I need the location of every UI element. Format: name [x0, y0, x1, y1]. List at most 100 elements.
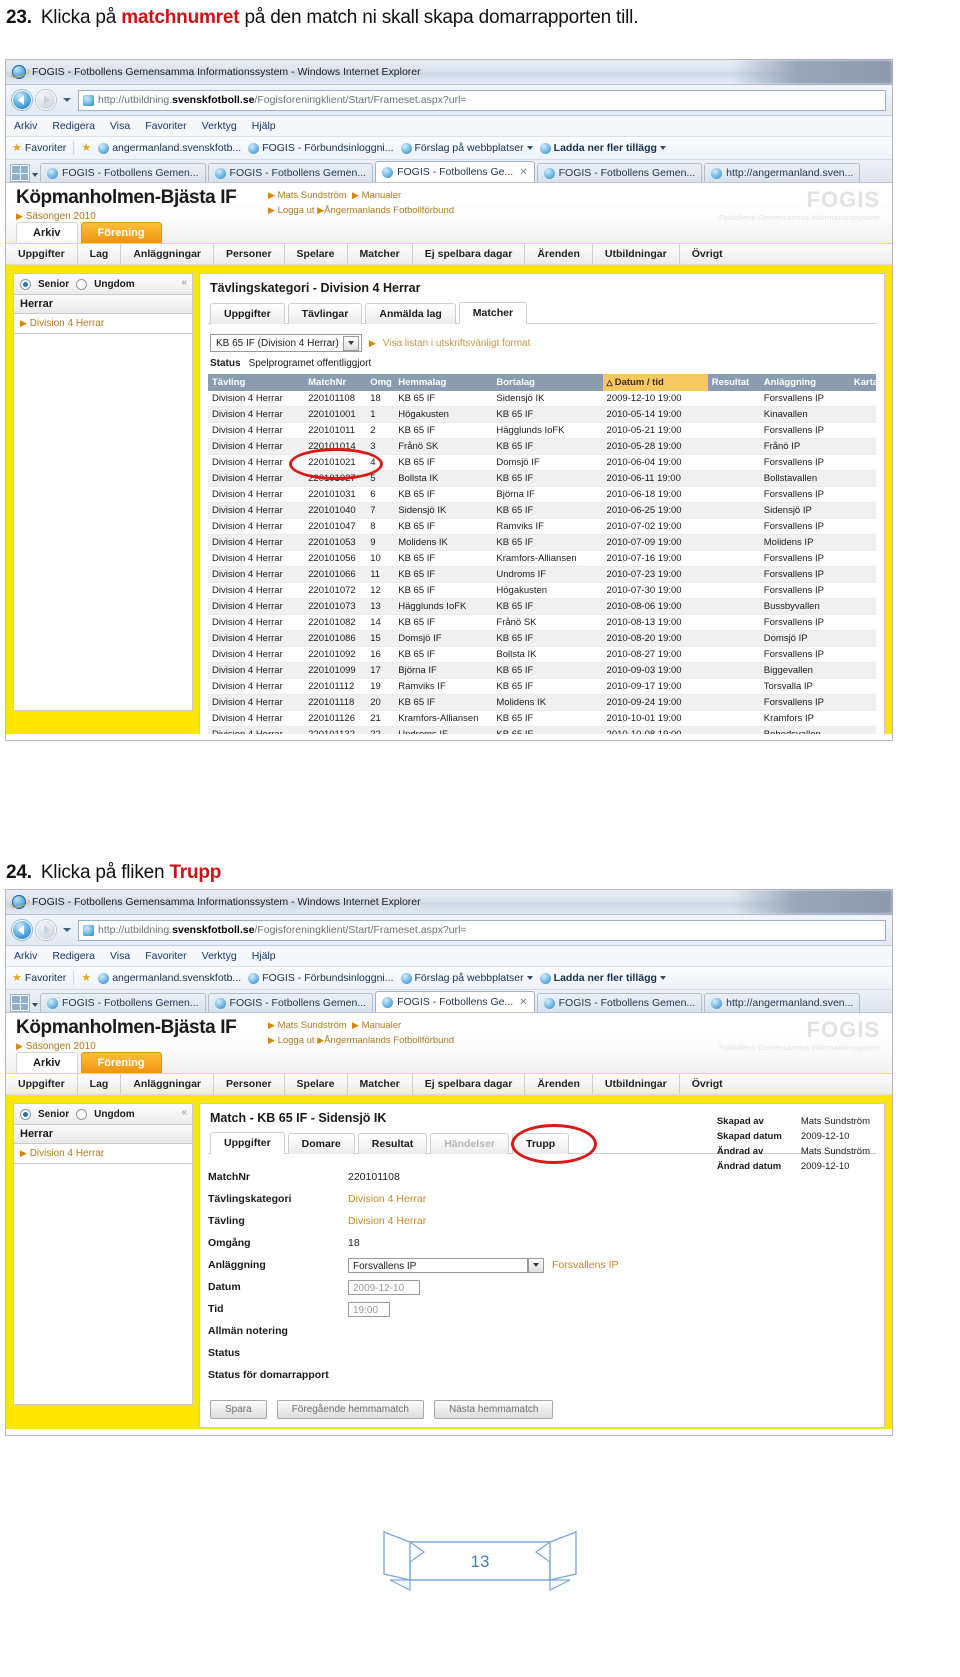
nav-arenden[interactable]: Ärenden [525, 1074, 593, 1094]
subtab-matcher[interactable]: Matcher [458, 302, 528, 324]
browser-tab-3[interactable]: FOGIS - Fotbollens Gemen... [536, 993, 703, 1012]
table-row[interactable]: Division 4 Herrar 220101047 8 KB 65 IF Ramvi… [208, 518, 876, 535]
match-number-link[interactable]: 220101132 [304, 726, 367, 734]
table-row[interactable]: Division 4 Herrar 220101056 10 KB 65 IF Kram… [208, 550, 876, 567]
browser-tab-0[interactable]: FOGIS - Fotbollens Gemen... [40, 993, 206, 1012]
match-number-link[interactable]: 220101126 [304, 710, 367, 727]
field-value[interactable]: Division 4 Herrar [348, 1215, 426, 1227]
nav-ej-spelbara-dagar[interactable]: Ej spelbara dagar [413, 244, 526, 264]
table-row[interactable]: Division 4 Herrar 220101092 16 KB 65 IF Boll… [208, 646, 876, 663]
next-home-match-button[interactable]: Nästa hemmamatch [433, 1400, 554, 1419]
match-number-link[interactable]: 220101108 [304, 391, 367, 407]
save-button[interactable]: Spara [210, 1400, 267, 1419]
match-number-link[interactable]: 220101047 [304, 518, 367, 535]
menu-item-visa[interactable]: Visa [110, 950, 130, 962]
subtab-uppgifter[interactable]: Uppgifter [210, 1132, 285, 1154]
table-row[interactable]: Division 4 Herrar 220101108 18 KB 65 IF Side… [208, 391, 876, 407]
favorite-item-0[interactable]: angermanland.svenskfotb... [98, 142, 241, 154]
tab-list-chevron-down-icon[interactable] [32, 173, 38, 177]
match-number-link[interactable]: 220101099 [304, 662, 367, 679]
nav-personer[interactable]: Personer [214, 244, 285, 264]
add-favorite-icon[interactable]: ★ [81, 972, 91, 984]
column-header-karta[interactable]: Karta [849, 374, 878, 391]
table-row[interactable]: Division 4 Herrar 220101053 9 Molidens IK KB… [208, 534, 876, 551]
nav-anlaggningar[interactable]: Anläggningar [121, 244, 215, 264]
nav-personer[interactable]: Personer [214, 1074, 285, 1094]
tab-list-chevron-down-icon[interactable] [32, 1003, 38, 1007]
add-favorite-icon[interactable]: ★ [81, 142, 91, 154]
menu-item-hjalp[interactable]: Hjälp [252, 120, 276, 132]
subtab-anmalda-lag[interactable]: Anmälda lag [365, 303, 456, 324]
column-header-datum-tid[interactable]: △ Datum / tid [602, 374, 708, 391]
table-row[interactable]: Division 4 Herrar 220101099 17 Björna IF KB … [208, 662, 876, 679]
browser-tab-3[interactable]: FOGIS - Fotbollens Gemen... [536, 163, 703, 182]
table-row[interactable]: Division 4 Herrar 220101011 2 KB 65 IF Häggl… [208, 422, 876, 439]
nav-matcher[interactable]: Matcher [348, 1074, 413, 1094]
match-number-link[interactable]: 220101027 [304, 470, 367, 487]
browser-tab-2-active[interactable]: FOGIS - Fotbollens Ge... ✕ [375, 991, 535, 1012]
match-number-link[interactable]: 220101056 [304, 550, 367, 567]
column-header-t-vling[interactable]: Tävling [208, 374, 305, 391]
address-bar[interactable]: http://utbildning.svenskfotboll.se/Fogis… [78, 89, 886, 111]
collapse-sidebar-icon[interactable]: « [181, 1107, 187, 1118]
time-field[interactable]: 19:00 [348, 1301, 390, 1317]
district-link[interactable]: Ångermanlands Fotbollförbund [324, 1035, 454, 1046]
table-row[interactable]: Division 4 Herrar 220101040 7 Sidensjö IK KB… [208, 502, 876, 519]
match-number-link[interactable]: 220101011 [304, 422, 367, 439]
chevron-down-icon[interactable] [528, 1257, 544, 1273]
nav-uppgifter[interactable]: Uppgifter [6, 244, 78, 264]
nav-lag[interactable]: Lag [78, 1074, 122, 1094]
favorite-item-1[interactable]: FOGIS - Förbundsinloggni... [248, 142, 394, 154]
browser-tab-4[interactable]: http://angermanland.sven... [704, 163, 861, 182]
menu-item-arkiv[interactable]: Arkiv [14, 950, 37, 962]
column-header-hemmalag[interactable]: Hemmalag [394, 374, 493, 391]
district-link[interactable]: Ångermanlands Fotbollförbund [324, 205, 454, 216]
menu-item-visa[interactable]: Visa [110, 120, 130, 132]
nav-spelare[interactable]: Spelare [285, 1074, 348, 1094]
season-link[interactable]: ▶ Säsongen 2010 [16, 211, 96, 222]
favorite-item-3[interactable]: Ladda ner fler tillägg [539, 972, 666, 984]
table-row[interactable]: Division 4 Herrar 220101126 21 Kramfors-All… [208, 710, 876, 727]
radio-ungdom[interactable] [76, 278, 88, 290]
tab-arkiv[interactable]: Arkiv [16, 222, 78, 243]
subtab-tavlingar[interactable]: Tävlingar [287, 303, 363, 324]
season-link[interactable]: ▶ Säsongen 2010 [16, 1041, 96, 1052]
subtab-resultat[interactable]: Resultat [357, 1133, 428, 1154]
tab-arkiv[interactable]: Arkiv [16, 1052, 78, 1073]
venue-link[interactable]: Forsvallens IP [552, 1259, 619, 1271]
nav-lag[interactable]: Lag [78, 244, 122, 264]
column-header-omg[interactable]: Omg [366, 374, 395, 391]
menu-item-verktyg[interactable]: Verktyg [202, 120, 237, 132]
nav-anlaggningar[interactable]: Anläggningar [121, 1074, 215, 1094]
nav-utbildningar[interactable]: Utbildningar [593, 244, 680, 264]
match-number-link[interactable]: 220101066 [304, 566, 367, 583]
table-row[interactable]: Division 4 Herrar22010113222Undroms IFKB… [208, 726, 876, 734]
favorite-item-3[interactable]: Ladda ner fler tillägg [539, 142, 666, 154]
address-bar[interactable]: http://utbildning.svenskfotboll.se/Fogis… [78, 919, 886, 941]
column-header-anl-ggning[interactable]: Anläggning [759, 374, 850, 391]
logout-link[interactable]: Logga ut [278, 205, 315, 216]
table-row[interactable]: Division 4 Herrar 220101072 12 KB 65 IF Höga… [208, 582, 876, 599]
user-name-link[interactable]: Mats Sundström [278, 1020, 347, 1031]
table-row[interactable]: Division 4 Herrar 220101027 5 Bollsta IK KB … [208, 470, 876, 487]
quick-tabs-icon[interactable] [10, 994, 30, 1012]
recent-pages-chevron-down-icon[interactable] [63, 98, 71, 102]
team-select[interactable]: KB 65 IF (Division 4 Herrar) [210, 334, 362, 352]
forward-button[interactable] [36, 90, 56, 110]
table-row[interactable]: Division 4 Herrar 220101082 14 KB 65 IF Från… [208, 614, 876, 631]
recent-pages-chevron-down-icon[interactable] [63, 928, 71, 932]
table-row[interactable]: Division 4 Herrar 220101073 13 Hägglunds Io… [208, 598, 876, 615]
favorite-item-0[interactable]: angermanland.svenskfotb... [98, 972, 241, 984]
table-row[interactable]: Division 4 Herrar 220101014 3 Frånö SK KB 65… [208, 438, 876, 455]
favorite-item-1[interactable]: FOGIS - Förbundsinloggni... [248, 972, 394, 984]
close-icon[interactable]: ✕ [519, 997, 527, 1008]
print-friendly-link[interactable]: Visa listan i utskriftsvänligt format [383, 338, 531, 349]
match-number-link[interactable]: 220101082 [304, 614, 367, 631]
menu-item-redigera[interactable]: Redigera [52, 120, 95, 132]
browser-tab-4[interactable]: http://angermanland.sven... [704, 993, 861, 1012]
column-header-matchnr[interactable]: MatchNr [304, 374, 367, 391]
table-row[interactable]: Division 4 Herrar 220101086 15 Domsjö IF KB … [208, 630, 876, 647]
manuals-link[interactable]: Manualer [362, 1020, 402, 1031]
table-row[interactable]: Division 4 Herrar 220101021 4 KB 65 IF Domsj… [208, 454, 876, 471]
menu-item-redigera[interactable]: Redigera [52, 950, 95, 962]
